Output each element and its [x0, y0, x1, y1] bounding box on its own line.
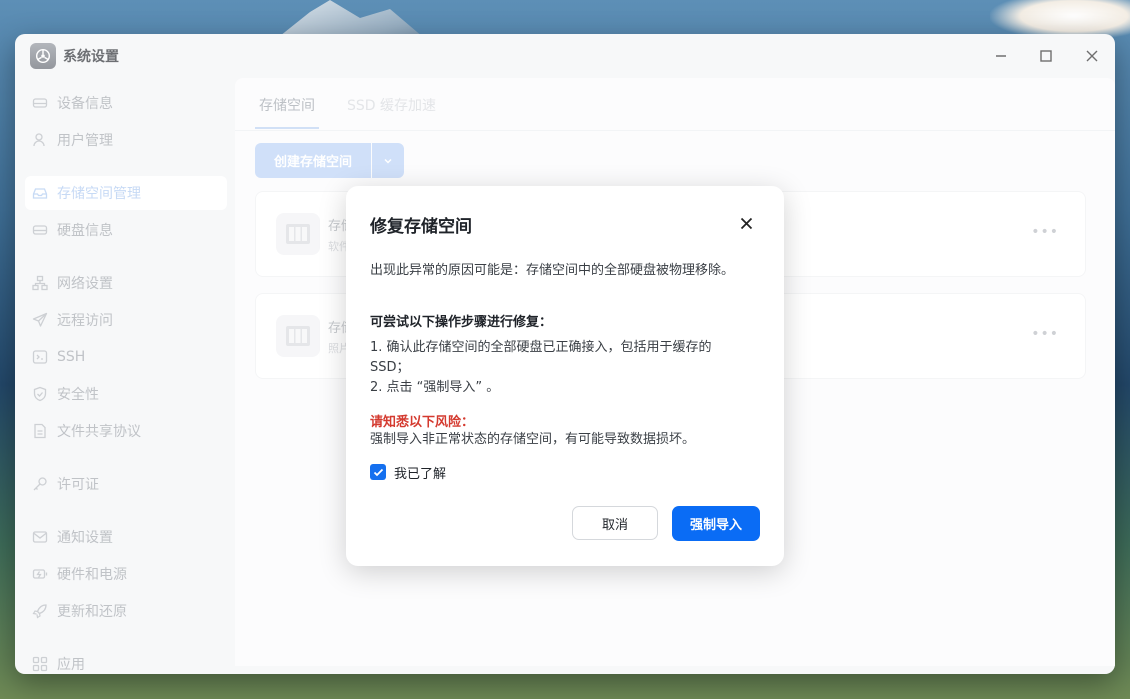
dialog-close-button[interactable]: [737, 214, 755, 232]
steps-heading: 可尝试以下操作步骤进行修复：: [370, 315, 553, 330]
dialog-reason-text: 出现此异常的原因可能是：存储空间中的全部硬盘被物理移除。: [370, 263, 735, 278]
risk-text: 强制导入非正常状态的存储空间，有可能导致数据损坏。: [370, 432, 696, 447]
step-1-text: 1. 确认此存储空间的全部硬盘已正确接入，包括用于缓存的 SSD；: [370, 340, 712, 375]
cancel-button[interactable]: 取消: [572, 506, 658, 540]
close-icon: [740, 217, 752, 229]
acknowledge-label[interactable]: 我已了解: [394, 463, 446, 482]
check-icon: [373, 468, 383, 476]
force-import-button[interactable]: 强制导入: [672, 506, 760, 541]
repair-storage-dialog: 修复存储空间 出现此异常的原因可能是：存储空间中的全部硬盘被物理移除。 可尝试以…: [346, 186, 784, 566]
acknowledge-checkbox[interactable]: [370, 464, 386, 480]
dialog-title: 修复存储空间: [370, 217, 472, 237]
step-2-text: 2. 点击 “强制导入” 。: [370, 380, 500, 395]
risk-heading: 请知悉以下风险：: [370, 415, 475, 430]
